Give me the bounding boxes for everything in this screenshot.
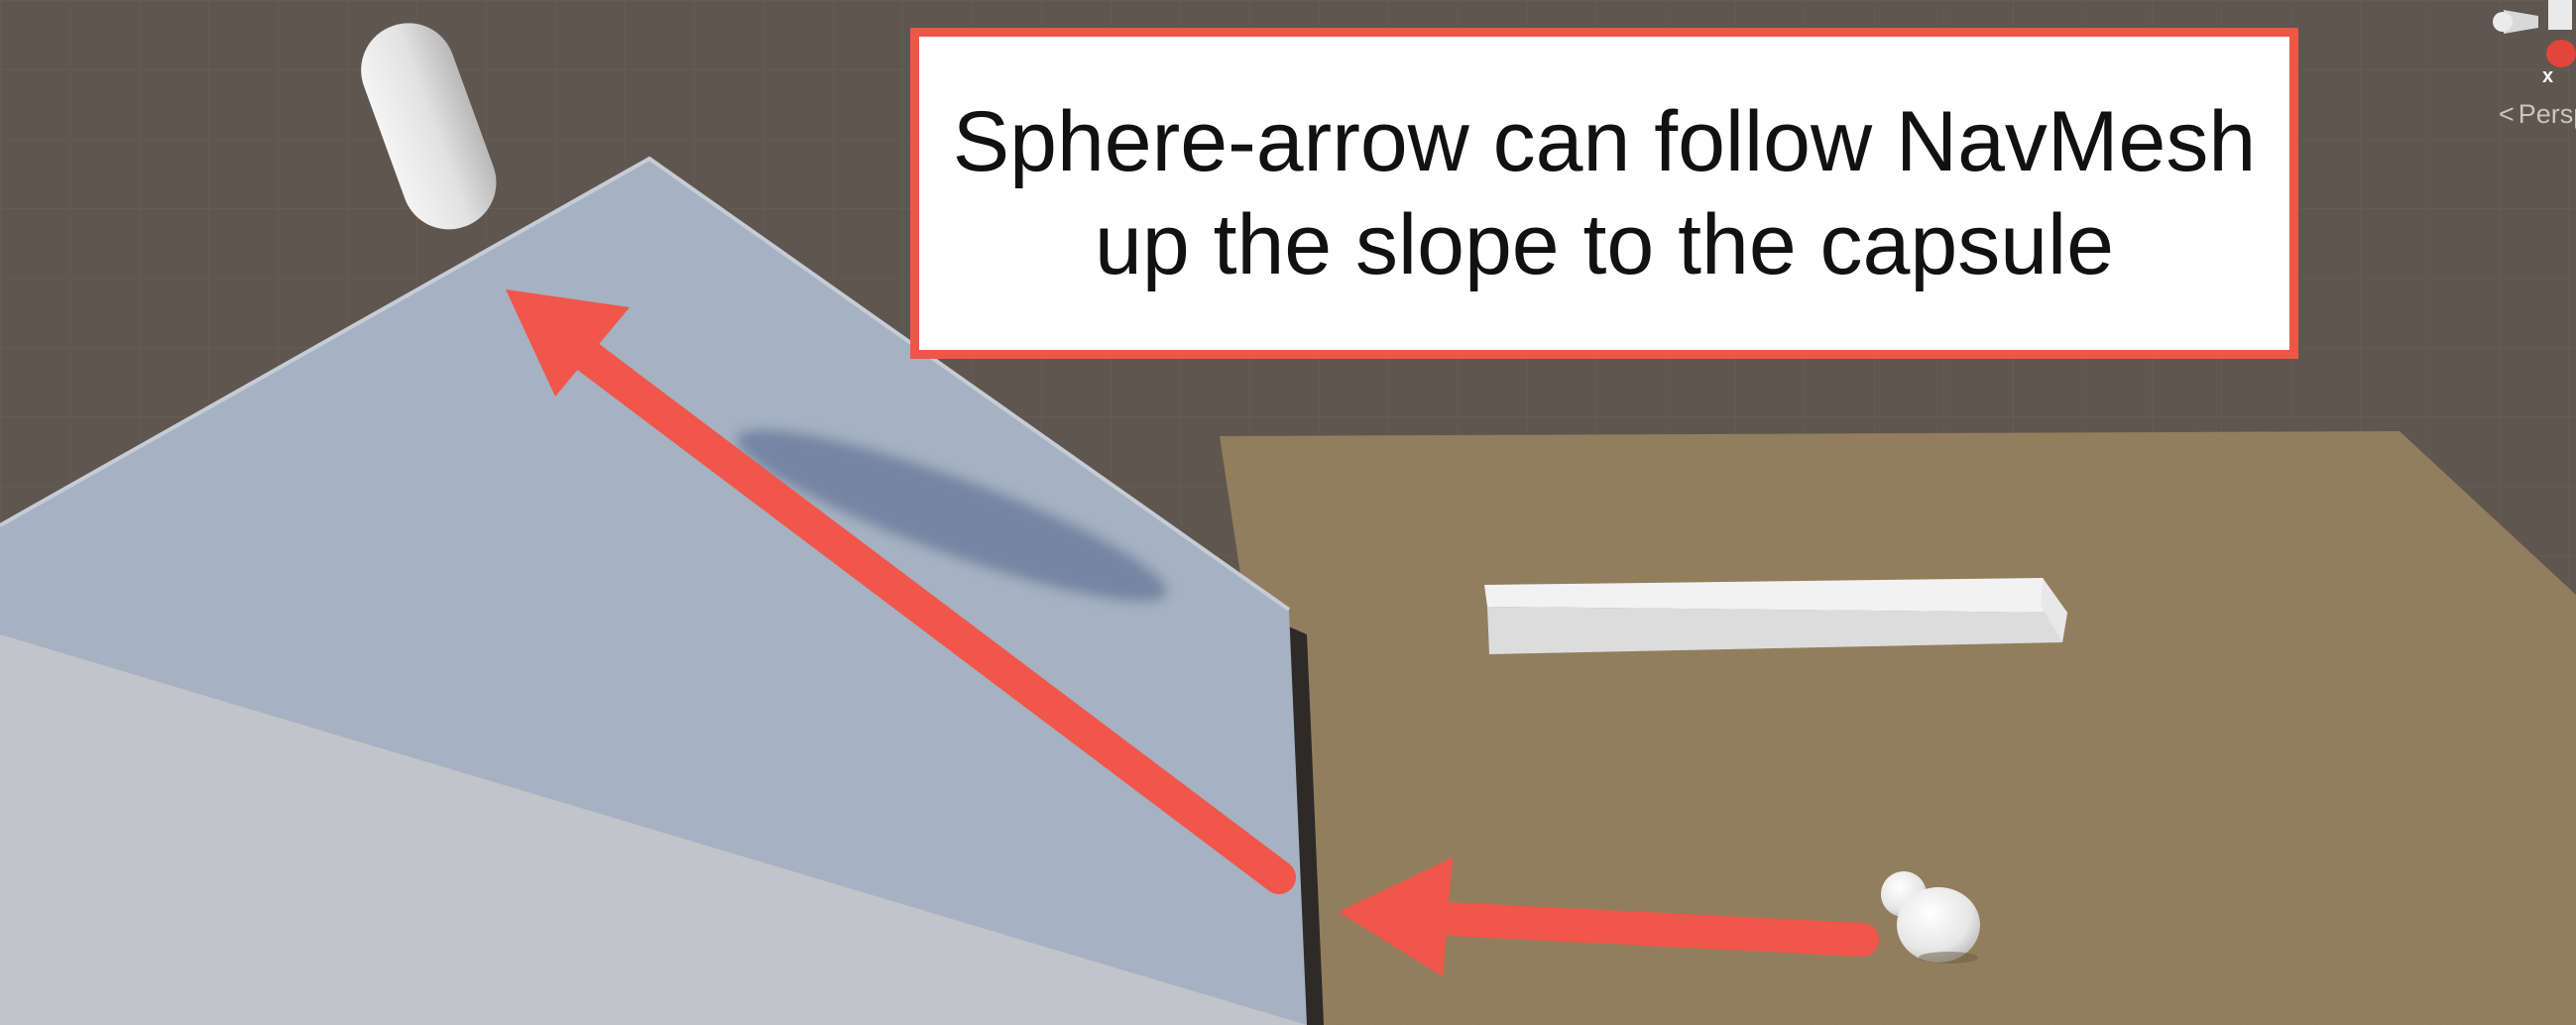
gizmo-x-axis-label: x [2542,65,2554,87]
chevron-left-icon: < [2499,99,2515,129]
callout-line-1: Sphere-arrow can follow NavMesh [952,94,2257,189]
projection-toggle[interactable]: <Persp [2499,99,2576,130]
annotation-callout: Sphere-arrow can follow NavMesh up the s… [910,28,2298,359]
callout-line-2: up the slope to the capsule [1095,197,2114,292]
scene-view[interactable]: Sphere-arrow can follow NavMesh up the s… [0,0,2576,1025]
projection-label: Persp [2517,99,2576,129]
